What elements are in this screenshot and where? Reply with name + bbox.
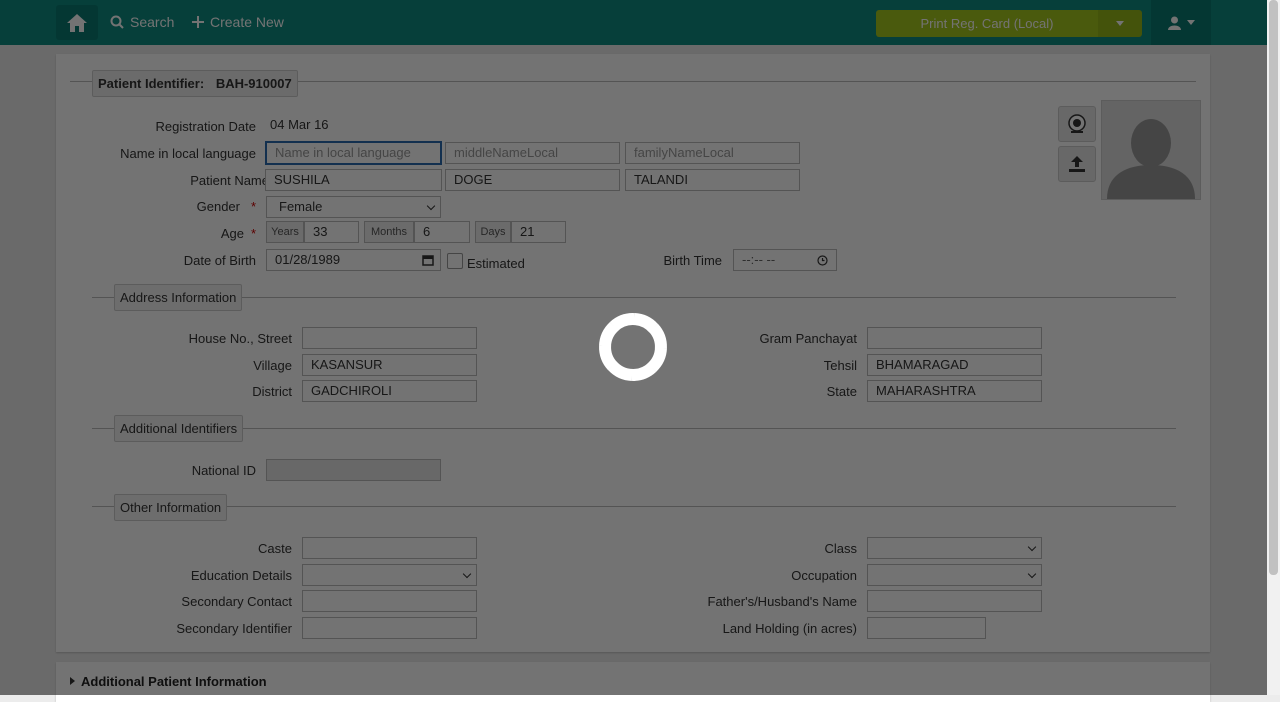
scrollbar-thumb[interactable] [1269,0,1278,575]
webcam-button[interactable] [1058,106,1096,142]
upload-icon [1069,156,1085,172]
additional-identifiers-legend: Additional Identifiers [114,415,244,442]
user-menu-button[interactable] [1151,0,1211,45]
registration-date-label: Registration Date [155,119,256,134]
top-navbar: Search Create New Print Reg. Card (Local… [0,0,1280,45]
caste-label: Caste [258,541,292,556]
months-addon: Months [364,221,414,243]
secondary-contact-label: Secondary Contact [181,594,292,609]
tehsil-label: Tehsil [823,358,857,373]
father-husband-name-label: Father's/Husband's Name [707,594,857,609]
dob-label: Date of Birth [183,253,256,268]
years-addon: Years [266,221,304,243]
state-label: State [826,384,857,399]
loading-spinner-icon [599,313,667,381]
village-input[interactable]: KASANSUR [302,354,477,376]
house-street-input[interactable] [302,327,477,349]
days-addon: Days [475,221,511,243]
upload-photo-button[interactable] [1058,146,1096,182]
patient-name-label: Patient Name [190,173,269,188]
patient-identifier-label: Patient Identifier: [98,76,205,91]
middle-name-input[interactable]: DOGE [445,169,620,191]
caste-input[interactable] [302,537,477,559]
local-first-name-input[interactable]: Name in local language [265,141,442,165]
class-label: Class [824,541,857,556]
national-id-input[interactable] [266,459,441,481]
avatar-placeholder-icon [1107,119,1195,199]
plus-icon [192,16,204,28]
father-husband-name-input[interactable] [867,590,1042,612]
clock-icon [817,255,828,266]
gender-select[interactable]: Female [266,196,441,218]
district-input[interactable]: GADCHIROLI [302,380,477,402]
national-id-label: National ID [191,463,256,478]
webcam-icon [1068,114,1086,133]
other-information-legend: Other Information [114,494,228,521]
age-label: Age [220,226,244,241]
secondary-identifier-input[interactable] [302,617,477,639]
birth-time-label: Birth Time [663,253,722,268]
home-button[interactable] [56,5,98,40]
search-link[interactable]: Search [110,14,174,30]
patient-identifier-legend: Patient Identifier: BAH-910007 [92,70,298,97]
occupation-select[interactable] [867,564,1042,586]
address-legend: Address Information [114,284,243,311]
occupation-label: Occupation [791,568,857,583]
age-years-input[interactable]: 33 [304,221,359,243]
registration-date-value: 04 Mar 16 [270,117,329,132]
search-icon [110,15,124,29]
dob-value: 01/28/1989 [275,252,341,267]
caret-right-icon [70,677,75,685]
calendar-icon [422,255,434,266]
land-holding-input[interactable] [867,617,986,639]
caret-down-icon [1116,21,1124,26]
education-select[interactable] [302,564,477,586]
create-new-link[interactable]: Create New [192,14,284,30]
create-new-label: Create New [210,14,284,30]
education-label: Education Details [190,568,292,583]
patient-photo [1101,100,1201,200]
additional-patient-info-section[interactable]: Additional Patient Information [56,662,1210,702]
gram-panchayat-label: Gram Panchayat [759,331,857,346]
village-label: Village [253,358,292,373]
required-marker: * [250,199,256,214]
state-input[interactable]: MAHARASHTRA [867,380,1042,402]
secondary-identifier-label: Secondary Identifier [176,621,292,636]
patient-identifier-value: BAH-910007 [215,76,292,91]
print-reg-card-button[interactable]: Print Reg. Card (Local) [876,10,1098,37]
estimated-checkbox[interactable] [447,253,463,269]
local-family-name-input[interactable]: familyNameLocal [625,142,800,164]
estimated-label: Estimated [467,256,525,271]
print-reg-card-label: Print Reg. Card (Local) [920,16,1054,31]
dob-input[interactable]: 01/28/1989 [266,249,441,271]
gram-panchayat-input[interactable] [867,327,1042,349]
gender-label: Gender [196,199,240,214]
user-icon [1167,16,1181,30]
age-days-input[interactable]: 21 [511,221,566,243]
required-marker: * [250,226,256,241]
additional-patient-info-label: Additional Patient Information [81,674,267,689]
secondary-contact-input[interactable] [302,590,477,612]
local-name-label: Name in local language [120,146,256,161]
home-icon [67,13,87,32]
land-holding-label: Land Holding (in acres) [722,621,857,636]
tehsil-input[interactable]: BHAMARAGAD [867,354,1042,376]
age-months-input[interactable]: 6 [414,221,470,243]
class-select[interactable] [867,537,1042,559]
caret-down-icon [1186,20,1195,25]
divider [92,506,1176,507]
family-name-input[interactable]: TALANDI [625,169,800,191]
local-middle-name-input[interactable]: middleNameLocal [445,142,620,164]
house-street-label: House No., Street [188,331,292,346]
birth-time-input[interactable]: --:-- -- [733,249,837,271]
search-label: Search [130,14,175,30]
print-options-dropdown[interactable] [1098,10,1142,37]
first-name-input[interactable]: SUSHILA [265,169,442,191]
district-label: District [252,384,292,399]
birth-time-value: --:-- -- [742,252,776,267]
divider [92,428,1176,429]
divider [92,297,1176,298]
